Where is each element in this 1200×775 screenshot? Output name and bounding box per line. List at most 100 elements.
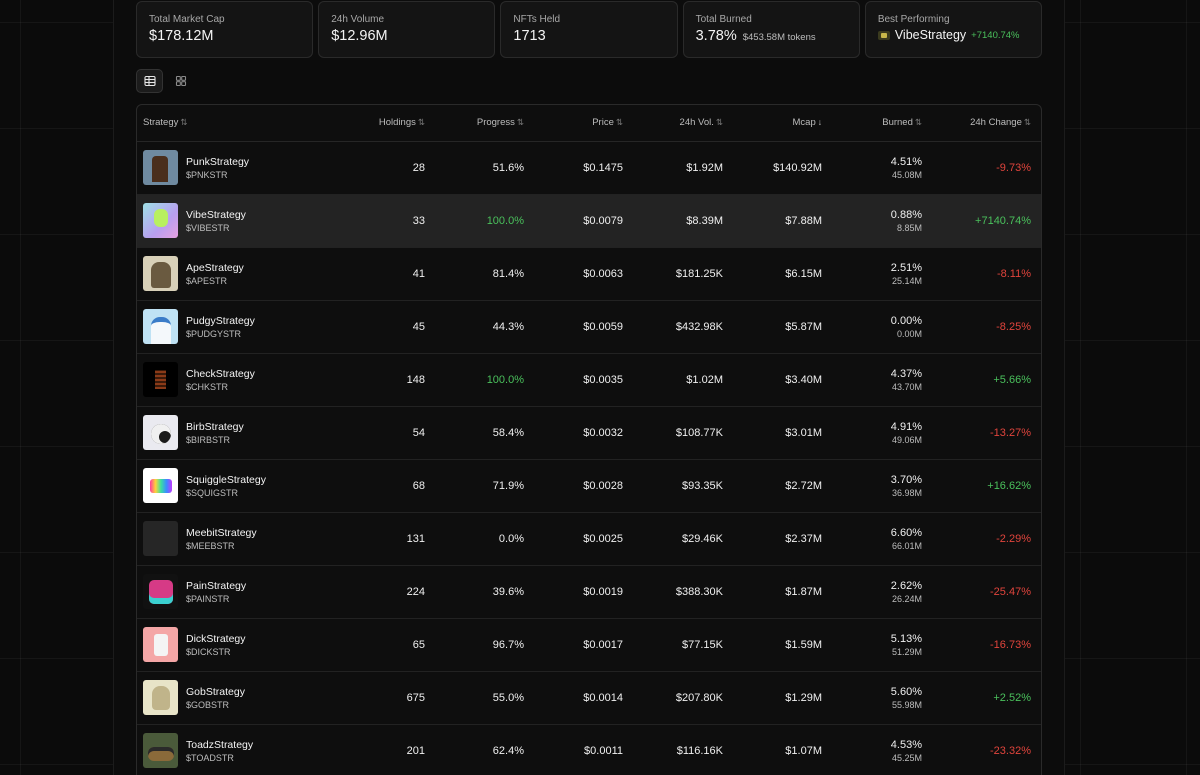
header-label: 24h Vol. <box>679 117 714 129</box>
cell-holdings: 224 <box>337 565 437 619</box>
header-strategy[interactable]: Strategy ⇅ <box>137 105 337 142</box>
cell-volume: $29.46K <box>635 512 735 566</box>
cell-holdings: 201 <box>337 724 437 775</box>
strategy-text: BirbStrategy $BIRBSTR <box>186 421 244 445</box>
table-row[interactable]: PunkStrategy $PNKSTR 28 51.6% $0.1475 $1.92M $… <box>137 141 1041 195</box>
strategy-ticker: $CHKSTR <box>186 381 229 392</box>
table-row[interactable]: ToadzStrategy $TOADSTR 201 62.4% $0.0011 $116… <box>137 724 1041 775</box>
strategy-name: VibeStrategy <box>186 208 246 221</box>
header-progress[interactable]: Progress ⇅ <box>437 105 536 142</box>
header-volume[interactable]: 24h Vol. ⇅ <box>635 105 735 142</box>
strategy-cell: GobStrategy $GOBSTR <box>143 680 337 715</box>
burned-tokens: 25.14M <box>891 275 922 286</box>
strategy-ticker: $VIBESTR <box>186 222 230 233</box>
cell-progress: 58.4% <box>437 406 536 460</box>
table-row[interactable]: PainStrategy $PAINSTR 224 39.6% $0.0019 $388.… <box>137 565 1041 619</box>
grid-icon <box>175 75 186 87</box>
header-price[interactable]: Price ⇅ <box>536 105 635 142</box>
strategy-text: CheckStrategy $CHKSTR <box>186 368 255 392</box>
strategy-thumbnail <box>143 415 178 450</box>
strategy-cell: PunkStrategy $PNKSTR <box>143 150 337 185</box>
page-container: Total Market Cap $178.12M 24h Volume $12… <box>113 0 1065 775</box>
table-row[interactable]: DickStrategy $DICKSTR 65 96.7% $0.0017 $77.15… <box>137 618 1041 672</box>
strategy-text: PudgyStrategy $PUDGYSTR <box>186 315 255 339</box>
strategy-ticker: $MEEBSTR <box>186 540 235 551</box>
cell-price: $0.0014 <box>536 671 635 725</box>
header-holdings[interactable]: Holdings ⇅ <box>337 105 437 142</box>
cell-burned: 5.60% 55.98M <box>834 671 934 725</box>
cell-volume: $8.39M <box>635 194 735 248</box>
table-row[interactable]: CheckStrategy $CHKSTR 148 100.0% $0.0035 $1.0… <box>137 353 1041 407</box>
cell-mcap: $140.92M <box>735 141 834 195</box>
strategy-name: PunkStrategy <box>186 155 250 168</box>
grid-view-button[interactable] <box>167 69 194 93</box>
cell-burned: 5.13% 51.29M <box>834 618 934 672</box>
cell-strategy: CheckStrategy $CHKSTR <box>137 353 337 407</box>
cell-mcap: $1.59M <box>735 618 834 672</box>
header-burned[interactable]: Burned ⇅ <box>834 105 934 142</box>
cell-strategy: SquiggleStrategy $SQUIGSTR <box>137 459 337 513</box>
burned-percent: 3.70% <box>890 473 922 486</box>
strategy-thumbnail <box>143 680 178 715</box>
cell-burned: 6.60% 66.01M <box>834 512 934 566</box>
best-performing-name: VibeStrategy <box>894 28 967 42</box>
burned-tokens: 45.25M <box>891 752 922 763</box>
strategy-cell: PainStrategy $PAINSTR <box>143 574 337 609</box>
burned-tokens: 8.85M <box>896 222 922 233</box>
stat-label: 24h Volume <box>331 14 385 25</box>
strategy-thumbnail <box>143 627 178 662</box>
strategy-cell: ApeStrategy $APESTR <box>143 256 337 291</box>
table-row[interactable]: MeebitStrategy $MEEBSTR 131 0.0% $0.0025 $29.… <box>137 512 1041 566</box>
cell-change: -25.47% <box>934 565 1041 619</box>
strategy-ticker: $PAINSTR <box>186 593 230 604</box>
strategy-thumbnail <box>143 150 178 185</box>
table-row[interactable]: SquiggleStrategy $SQUIGSTR 68 71.9% $0.0028 $… <box>137 459 1041 513</box>
table-view-button[interactable] <box>136 69 163 93</box>
cell-progress: 71.9% <box>437 459 536 513</box>
header-label: Price <box>592 117 614 129</box>
cell-change: -13.27% <box>934 406 1041 460</box>
header-change[interactable]: 24h Change ⇅ <box>934 105 1041 142</box>
strategy-name: DickStrategy <box>186 632 246 645</box>
burned-tokens: 55.98M <box>891 699 922 710</box>
burned-tokens: 43.70M <box>891 381 922 392</box>
stat-value: $178.12M <box>149 28 214 44</box>
cell-change: +7140.74% <box>934 194 1041 248</box>
strategy-text: ApeStrategy $APESTR <box>186 262 244 286</box>
stat-card-best-performing[interactable]: Best Performing VibeStrategy +7140.74% <box>864 1 1043 58</box>
stat-value: 3.78% <box>695 28 737 44</box>
strategy-name: PainStrategy <box>186 579 247 592</box>
strategy-cell: ToadzStrategy $TOADSTR <box>143 733 337 768</box>
table-row[interactable]: GobStrategy $GOBSTR 675 55.0% $0.0014 $207.80… <box>137 671 1041 725</box>
strategy-text: GobStrategy $GOBSTR <box>186 686 245 710</box>
cell-mcap: $6.15M <box>735 247 834 301</box>
cell-burned: 0.88% 8.85M <box>834 194 934 248</box>
cell-price: $0.0079 <box>536 194 635 248</box>
table-row[interactable]: VibeStrategy $VIBESTR 33 100.0% $0.0079 $8.39… <box>137 194 1041 248</box>
cell-volume: $388.30K <box>635 565 735 619</box>
sort-icon: ⇅ <box>615 117 623 128</box>
cell-strategy: PainStrategy $PAINSTR <box>137 565 337 619</box>
table-row[interactable]: ApeStrategy $APESTR 41 81.4% $0.0063 $181.25K… <box>137 247 1041 301</box>
table-row[interactable]: BirbStrategy $BIRBSTR 54 58.4% $0.0032 $108.7… <box>137 406 1041 460</box>
strategy-name: ApeStrategy <box>186 261 244 274</box>
strategy-name: GobStrategy <box>186 685 245 698</box>
cell-holdings: 68 <box>337 459 437 513</box>
header-mcap[interactable]: Mcap ↓ <box>735 105 834 142</box>
cell-price: $0.0035 <box>536 353 635 407</box>
cell-price: $0.0025 <box>536 512 635 566</box>
cell-progress: 44.3% <box>437 300 536 354</box>
strategy-cell: PudgyStrategy $PUDGYSTR <box>143 309 337 344</box>
burned-percent: 0.00% <box>890 314 922 327</box>
cell-mcap: $3.01M <box>735 406 834 460</box>
table-row[interactable]: PudgyStrategy $PUDGYSTR 45 44.3% $0.0059 $432… <box>137 300 1041 354</box>
sort-icon: ⇅ <box>180 117 188 128</box>
burned-tokens: 51.29M <box>891 646 922 657</box>
cell-volume: $432.98K <box>635 300 735 354</box>
cell-mcap: $1.07M <box>735 724 834 775</box>
cell-progress: 55.0% <box>437 671 536 725</box>
best-performing-change: +7140.74% <box>971 29 1020 41</box>
stat-label: NFTs Held <box>513 14 561 25</box>
strategy-cell: BirbStrategy $BIRBSTR <box>143 415 337 450</box>
cell-burned: 0.00% 0.00M <box>834 300 934 354</box>
